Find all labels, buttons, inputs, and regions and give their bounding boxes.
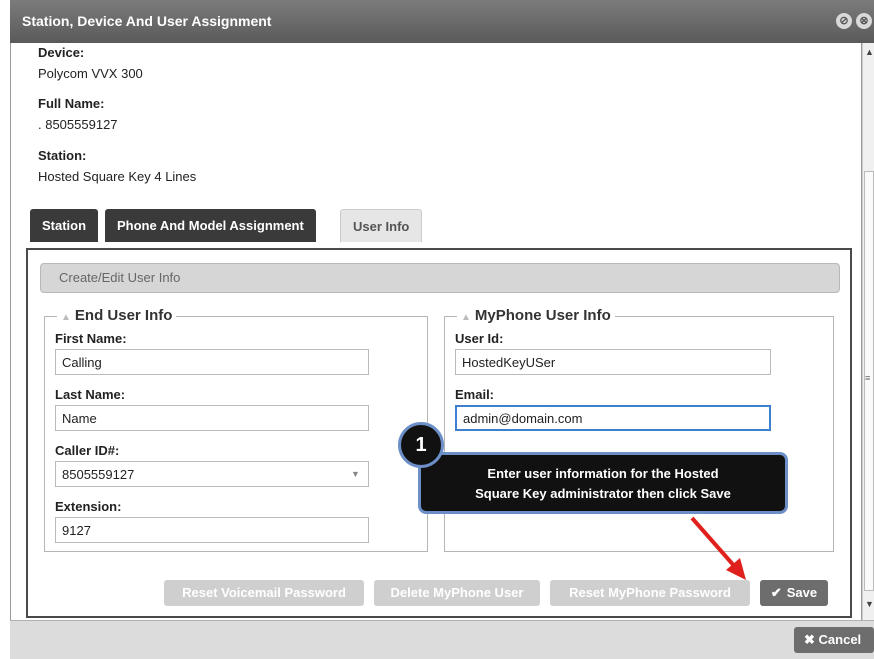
- collapse-icon[interactable]: ▲: [61, 312, 71, 323]
- dialog-footer: [10, 620, 874, 659]
- reset-voicemail-password-button[interactable]: Reset Voicemail Password: [164, 580, 364, 606]
- chevron-down-icon[interactable]: ▼: [351, 469, 360, 479]
- collapse-icon[interactable]: ▲: [461, 312, 471, 323]
- extension-input[interactable]: [55, 517, 369, 543]
- save-button[interactable]: ✔ Save: [760, 580, 828, 606]
- delete-myphone-user-button[interactable]: Delete MyPhone User: [374, 580, 540, 606]
- scroll-grip-icon: ≡: [865, 373, 871, 383]
- fullname-label: Full Name:: [38, 96, 105, 111]
- callout-number-badge: 1: [398, 422, 444, 468]
- fullname-value: . 8505559127: [38, 117, 118, 132]
- last-name-label: Last Name:: [55, 387, 126, 402]
- end-user-info-group: ▲End User Info First Name: Last Name: Ca…: [44, 307, 428, 552]
- email-label: Email:: [455, 387, 495, 402]
- email-input[interactable]: [455, 405, 771, 431]
- myphone-legend: ▲ MyPhone User Info: [457, 307, 615, 324]
- last-name-input[interactable]: [55, 405, 369, 431]
- caller-id-label: Caller ID#:: [55, 443, 120, 458]
- user-id-label: User Id:: [455, 331, 504, 346]
- first-name-label: First Name:: [55, 331, 127, 346]
- minimize-icon[interactable]: ⊘: [836, 13, 852, 29]
- tab-user-info[interactable]: User Info: [340, 209, 423, 242]
- callout-line-2: Square Key administrator then click Save: [475, 486, 731, 501]
- cancel-button[interactable]: ✖ Cancel: [794, 627, 874, 653]
- vertical-scrollbar[interactable]: ▲ ≡ ▼: [862, 43, 874, 620]
- close-icon[interactable]: ⊗: [856, 13, 872, 29]
- callout-box: Enter user information for the Hosted Sq…: [418, 452, 788, 514]
- myphone-user-info-group: ▲MyPhone User Info User Id: Email:: [444, 307, 834, 552]
- first-name-input[interactable]: [55, 349, 369, 375]
- station-label: Station:: [38, 148, 87, 163]
- dialog-titlebar: Station, Device And User Assignment ⊘ ⊗: [10, 0, 874, 43]
- close-x-icon: ✖: [804, 632, 815, 647]
- cancel-label: Cancel: [818, 632, 862, 647]
- scroll-down-icon[interactable]: ▼: [865, 599, 874, 609]
- myphone-legend-text: MyPhone User Info: [474, 307, 611, 324]
- caller-id-select[interactable]: [55, 461, 369, 487]
- section-header: Create/Edit User Info: [40, 263, 840, 293]
- user-id-input[interactable]: [455, 349, 771, 375]
- save-label: Save: [786, 585, 818, 600]
- device-value: Polycom VVX 300: [38, 66, 143, 81]
- callout-line-1: Enter user information for the Hosted: [487, 466, 719, 481]
- end-user-legend: ▲ End User Info: [57, 307, 177, 324]
- end-user-legend-text: End User Info: [74, 307, 173, 324]
- extension-label: Extension:: [55, 499, 122, 514]
- scroll-up-icon[interactable]: ▲: [865, 47, 874, 57]
- station-value: Hosted Square Key 4 Lines: [38, 169, 197, 184]
- dialog-title: Station, Device And User Assignment: [22, 13, 272, 29]
- device-label: Device:: [38, 45, 85, 60]
- tab-station[interactable]: Station: [30, 209, 99, 242]
- tab-phone-model-assignment[interactable]: Phone And Model Assignment: [105, 209, 316, 242]
- red-arrow-icon: [690, 516, 746, 580]
- check-icon: ✔: [770, 585, 782, 600]
